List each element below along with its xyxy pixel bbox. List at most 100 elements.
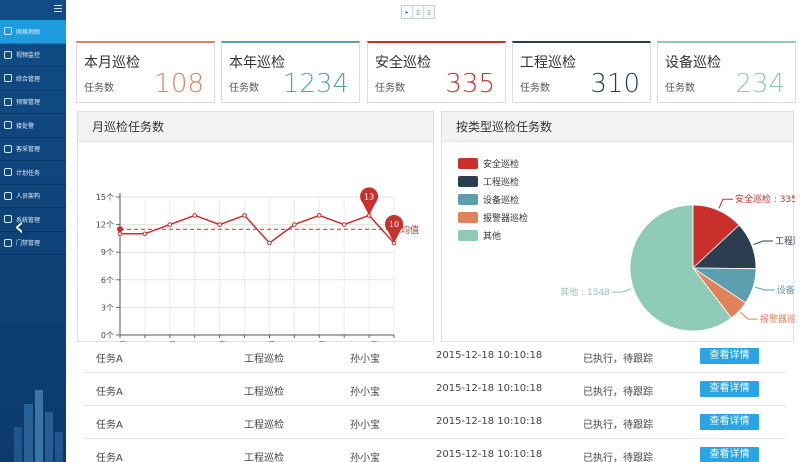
average-line-start	[117, 226, 123, 233]
cell-name: 任务A	[96, 387, 123, 398]
view-details-button[interactable]: 查看详情	[700, 348, 759, 364]
cell-time: 2015-12-18 10:10:18	[436, 383, 543, 394]
card-title: 工程巡检	[520, 55, 576, 71]
y-tick-label: 9个	[101, 248, 114, 257]
cell-person: 孙小宝	[350, 420, 380, 431]
slice-label: 设备巡检 : 234	[777, 284, 795, 296]
card-title: 设备巡检	[665, 55, 721, 71]
task-table: 任务A 工程巡检 孙小宝 2015-12-18 10:10:18 已执行，待跟踪 查看详情…	[84, 340, 786, 462]
legend-swatch	[458, 158, 478, 169]
card-subtitle: 任务数	[375, 83, 405, 94]
collapse-sidebar-icon[interactable]: ‹	[14, 207, 34, 247]
sidebar-top	[0, 0, 66, 20]
page-icon[interactable]: ▯	[424, 6, 434, 18]
legend-label: 设备巡检	[483, 194, 519, 206]
slice-leader-line	[718, 198, 733, 209]
card-value: 108	[154, 69, 204, 99]
table-row: 任务A 工程巡检 孙小宝 2015-12-18 10:10:18 已执行，待跟踪 查看详情	[84, 373, 786, 406]
menu-item-icon	[4, 144, 12, 153]
sidebar-item[interactable]: 视频监控	[0, 44, 66, 67]
slice-leader-line	[611, 288, 632, 293]
cell-time: 2015-12-18 10:10:18	[436, 449, 543, 460]
table-row: 任务A 工程巡检 孙小宝 2015-12-18 10:10:18 已执行，待跟踪 查看详情	[84, 406, 786, 439]
panel-title: 按类型巡检任务数	[442, 112, 793, 142]
sidebar-item-label: 客采管理	[16, 146, 41, 154]
sidebar-item[interactable]: 网格地图	[0, 20, 66, 44]
y-tick-label: 3个	[101, 303, 114, 312]
sidebar-item-label: 接处警	[16, 122, 35, 130]
sidebar: 网格地图 视频监控 综合管理 预案管理 接处警 客采管理 计划任务 人员架构 系统管理 门禁管理 …	[0, 0, 66, 462]
slice-leader-line	[740, 311, 758, 320]
data-point	[217, 222, 222, 227]
sidebar-item-label: 网格地图	[16, 28, 41, 36]
data-point	[292, 222, 297, 227]
sidebar-item[interactable]: 综合管理	[0, 67, 66, 91]
data-point	[142, 231, 148, 237]
sidebar-item[interactable]: 接处警	[0, 114, 66, 138]
menu-icon[interactable]	[54, 5, 62, 13]
legend-label: 工程巡检	[483, 176, 519, 188]
stat-card: 安全巡检 任务数 335	[367, 41, 506, 103]
sidebar-item[interactable]: 客采管理	[0, 138, 66, 161]
slice-label: 其他 : 1548	[560, 286, 610, 298]
sidebar-item-label: 人员架构	[16, 193, 41, 201]
cell-person: 孙小宝	[350, 354, 380, 365]
cell-type: 工程巡检	[244, 387, 284, 398]
sidebar-item-label: 计划任务	[16, 169, 41, 177]
mark-pin-label: 10	[389, 220, 399, 229]
cell-person: 孙小宝	[350, 453, 380, 462]
sidebar-item[interactable]: 人员架构	[0, 185, 66, 208]
y-tick-label: 12个	[96, 221, 114, 230]
sidebar-item[interactable]: 预案管理	[0, 91, 66, 114]
y-tick-label: 6个	[101, 276, 114, 285]
legend-swatch	[458, 230, 478, 241]
slice-label: 报警器巡检 : 135	[760, 313, 795, 325]
stat-card: 本月巡检任务数 108	[76, 41, 215, 103]
sidebar-item-label: 视频监控	[16, 52, 41, 60]
data-point	[192, 213, 198, 218]
monthly-inspection-panel: 月巡检任务数 0个3个6个9个12个15个1月3月5月7月9月11月平均值131…	[77, 111, 434, 350]
data-point	[117, 231, 123, 237]
menu-item-icon	[4, 50, 12, 59]
cell-time: 2015-12-18 10:10:18	[436, 350, 543, 361]
legend-label: 报警器巡检	[483, 212, 528, 224]
card-subtitle: 任务数	[84, 83, 114, 94]
view-details-button[interactable]: 查看详情	[700, 381, 759, 397]
sidebar-item-label: 预案管理	[16, 99, 41, 107]
slice-leader-line	[753, 240, 773, 246]
view-details-button[interactable]: 查看详情	[700, 414, 759, 430]
legend-swatch	[458, 176, 478, 187]
cell-status: 已执行，待跟踪	[583, 354, 653, 365]
table-row: 任务A 工程巡检 孙小宝 2015-12-18 10:10:18 已执行，待跟踪 查看详情	[84, 439, 786, 462]
sidebar-item-label: 综合管理	[16, 75, 41, 83]
stat-card: 本年巡检 任务数 1234	[221, 41, 360, 103]
menu-item-icon	[4, 97, 12, 106]
city-skyline-icon	[14, 390, 63, 462]
app-root: 网格地图 视频监控 综合管理 预案管理 接处警 客采管理 计划任务 人员架构 系统管理 门禁管理 …	[0, 0, 800, 462]
panel-title: 月巡检任务数	[78, 112, 433, 142]
page-icon[interactable]: ▯	[413, 6, 424, 18]
cell-type: 工程巡检	[244, 453, 284, 462]
cell-status: 已执行，待跟踪	[583, 387, 653, 398]
sidebar-item[interactable]: 计划任务	[0, 161, 66, 185]
table-row: 任务A 工程巡检 孙小宝 2015-12-18 10:10:18 已执行，待跟踪 查看详情	[84, 340, 786, 373]
data-point	[316, 213, 322, 218]
view-details-button[interactable]: 查看详情	[700, 447, 759, 462]
cell-type: 工程巡检	[244, 354, 284, 365]
card-title: 本月巡检	[84, 55, 140, 71]
cell-type: 工程巡检	[244, 420, 284, 431]
legend-label: 安全巡检	[483, 158, 519, 170]
cell-status: 已执行，待跟踪	[583, 420, 653, 431]
legend-swatch	[458, 212, 478, 223]
legend-label: 其他	[483, 230, 501, 242]
card-subtitle: 任务数	[520, 83, 550, 94]
mark-pin-label: 13	[364, 192, 374, 201]
data-point	[167, 222, 173, 227]
cell-person: 孙小宝	[350, 387, 380, 398]
cell-time: 2015-12-18 10:10:18	[436, 416, 543, 427]
pointer-icon[interactable]: ▸	[402, 6, 413, 18]
card-subtitle: 任务数	[229, 83, 259, 94]
card-title: 安全巡检	[375, 55, 431, 71]
y-tick-label: 15个	[96, 193, 114, 202]
menu-item-icon	[4, 74, 12, 83]
